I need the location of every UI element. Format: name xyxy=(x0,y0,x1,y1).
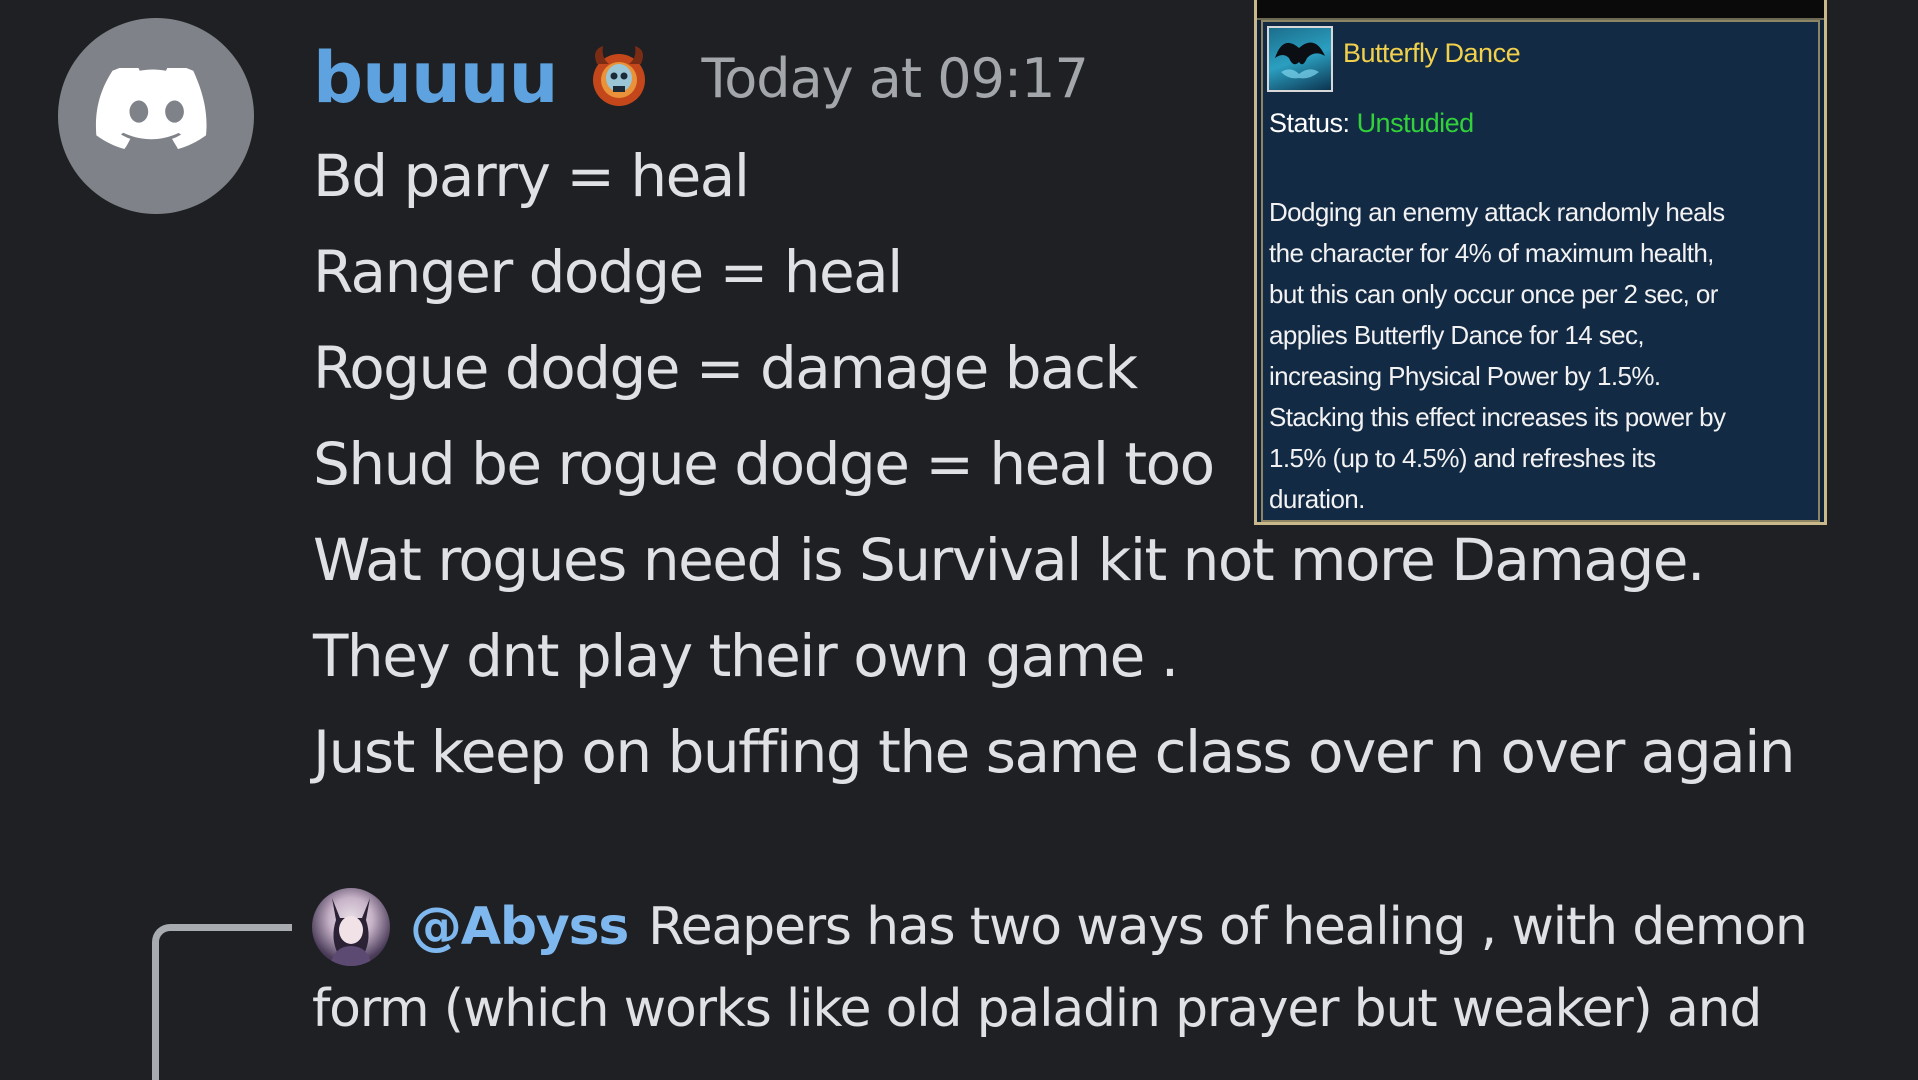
skill-description: Dodging an enemy attack randomly heals t… xyxy=(1269,192,1819,520)
discord-logo-icon xyxy=(95,68,207,150)
status-value: Unstudied xyxy=(1356,108,1475,138)
description-line: Stacking this effect increases its power… xyxy=(1269,402,1726,432)
horned-skull-icon[interactable] xyxy=(583,42,655,114)
description-line: 1.5% (up to 4.5%) and refreshes its xyxy=(1269,443,1656,473)
reply-line: @Abyss Reapers has two ways of healing , … xyxy=(312,886,1872,968)
message-line: Just keep on buffing the same class over… xyxy=(313,718,1796,786)
description-line: applies Butterfly Dance for 14 sec, xyxy=(1269,320,1645,350)
message-line: Wat rogues need is Survival kit not more… xyxy=(313,526,1705,594)
reply-preview[interactable]: @Abyss Reapers has two ways of healing , … xyxy=(312,886,1872,1050)
message-header: buuuu Today at 09:17 xyxy=(313,28,1089,128)
message-line: They dnt play their own game . xyxy=(313,622,1179,690)
skill-status: Status: Unstudied xyxy=(1269,108,1474,139)
description-line: duration. xyxy=(1269,484,1365,514)
description-line: Dodging an enemy attack randomly heals xyxy=(1269,197,1725,227)
tooltip-panel: Butterfly Dance Status: Unstudied Dodgin… xyxy=(1261,20,1820,522)
skill-name: Butterfly Dance xyxy=(1343,38,1521,68)
status-label: Status: xyxy=(1269,108,1350,138)
message-timestamp: Today at 09:17 xyxy=(701,46,1088,110)
chat-view: buuuu Today at 09:17 Bd parry = heal Ran… xyxy=(0,0,1918,1080)
reply-connector-line xyxy=(152,924,292,1080)
tooltip-frame-decoration xyxy=(1257,0,1824,20)
butterfly-skill-icon xyxy=(1267,26,1333,92)
reply-mention[interactable]: @Abyss xyxy=(410,897,629,957)
reply-text-line1: Reapers has two ways of healing , with d… xyxy=(648,897,1808,957)
skill-tooltip-image[interactable]: Butterfly Dance Status: Unstudied Dodgin… xyxy=(1254,0,1827,525)
description-line: increasing Physical Power by 1.5%. xyxy=(1269,361,1661,391)
author-username[interactable]: buuuu xyxy=(313,37,558,119)
description-line: the character for 4% of maximum health, xyxy=(1269,238,1714,268)
author-avatar[interactable] xyxy=(58,18,254,214)
description-line: but this can only occur once per 2 sec, … xyxy=(1269,279,1718,309)
reply-text-line2: form (which works like old paladin praye… xyxy=(312,979,1762,1039)
